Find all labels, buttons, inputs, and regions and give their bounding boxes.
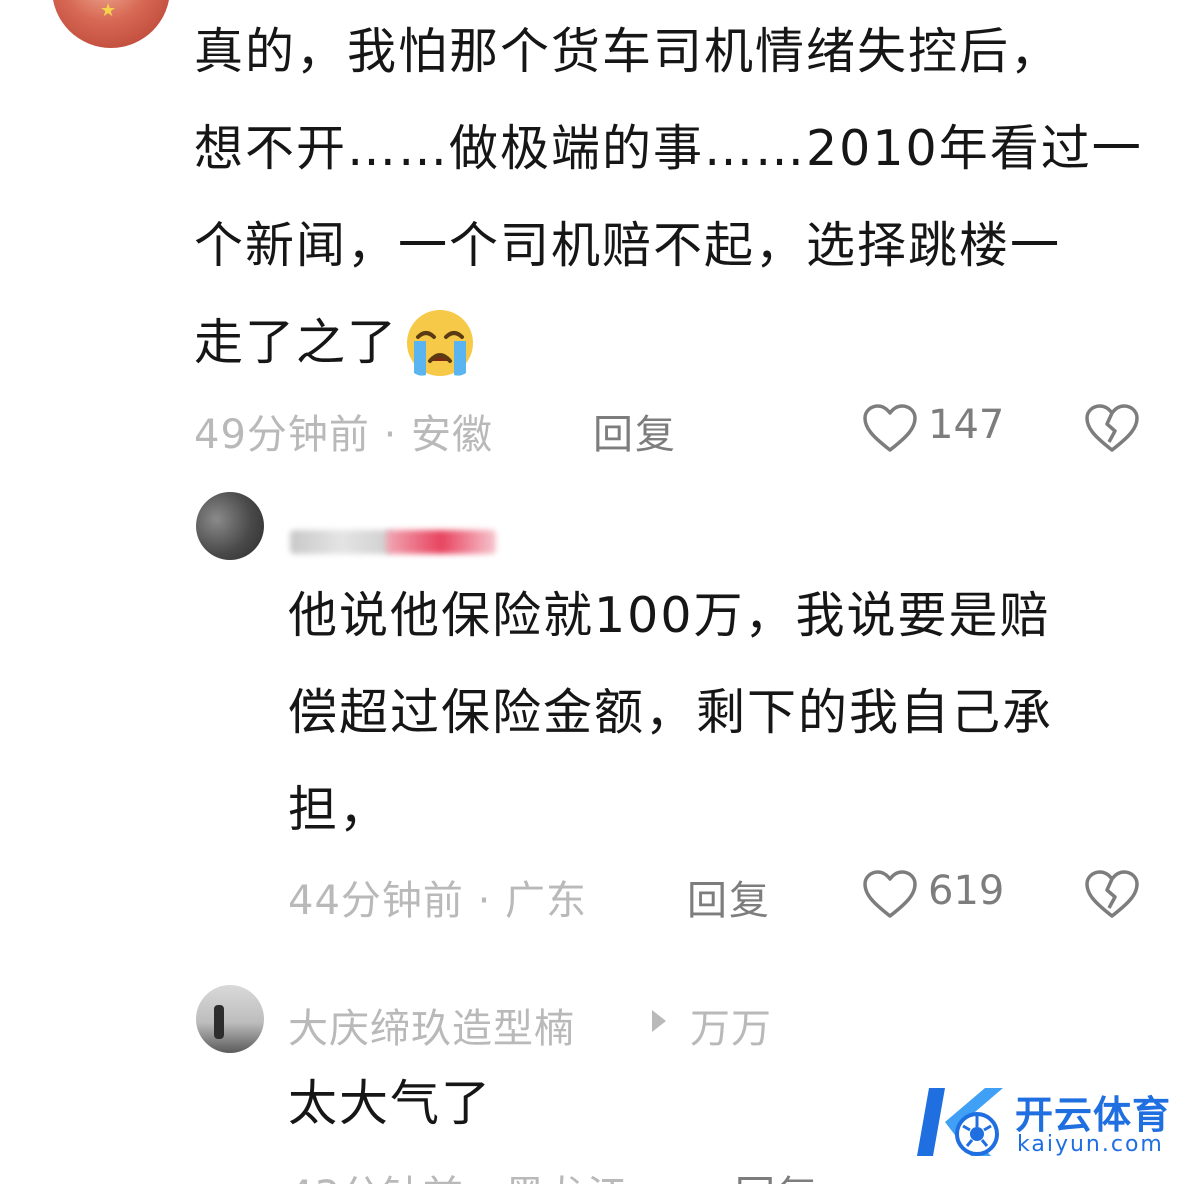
avatar[interactable] [196,492,264,560]
comment-text: 他说他保险就100万，我说要是赔 偿超过保险金额，剩下的我自己承 担， [288,567,1168,858]
person-figure [214,1005,224,1039]
username-redacted [290,530,392,554]
comment-meta: 49分钟前 · 安徽 [194,412,494,458]
username[interactable]: 大庆缔玖造型楠 [288,996,575,1054]
like-count: 619 [928,868,1005,914]
comment-line: 太大气了 [288,1075,493,1132]
avatar[interactable] [196,985,264,1053]
comment-text: 真的，我怕那个货车司机情绪失控后， 想不开……做极端的事……2010年看过一 个… [194,3,1184,391]
heart-icon[interactable] [862,404,918,454]
comment-line: 想不开……做极端的事……2010年看过一 [194,120,1143,177]
dislike-icon[interactable] [1084,870,1140,920]
reply-button[interactable]: 回复 [687,868,771,926]
kaiyun-logo-icon [915,1082,1007,1162]
reply-arrow-icon [650,1008,668,1034]
brand-domain: kaiyun.com [1017,1132,1164,1157]
reply-to-username[interactable]: 万万 [690,996,772,1054]
like-count: 147 [928,402,1005,448]
comment-meta: 44分钟前 · 广东 [288,878,588,924]
comment-line: 担， [288,781,391,838]
star-icon: ★ [100,0,117,21]
reply-button[interactable]: 回复 [735,1163,819,1184]
avatar[interactable]: ★ [52,0,170,48]
watermark-logo: 开云体育 kaiyun.com [915,1082,1185,1162]
reply-button[interactable]: 回复 [593,402,677,460]
comment-line: 他说他保险就100万，我说要是赔 [288,587,1051,644]
comment-text: 太大气了 [288,1055,492,1152]
badge-redacted [386,530,496,554]
comment-meta: 43分钟前 · 黑龙江 [288,1163,628,1184]
heart-icon[interactable] [862,870,918,920]
comment-line: 个新闻，一个司机赔不起，选择跳楼一 [194,217,1062,274]
comment-line: 真的，我怕那个货车司机情绪失控后， [194,23,1062,80]
comment-meta-partial: 43分钟前 · 黑龙江 回复 [0,1163,1200,1184]
comment-line: 偿超过保险金额，剩下的我自己承 [288,684,1054,741]
loudly-crying-face-icon [404,307,476,379]
comment-line: 走了之了 [194,294,1184,391]
brand-name: 开云体育 [1015,1093,1172,1137]
dislike-icon[interactable] [1084,404,1140,454]
